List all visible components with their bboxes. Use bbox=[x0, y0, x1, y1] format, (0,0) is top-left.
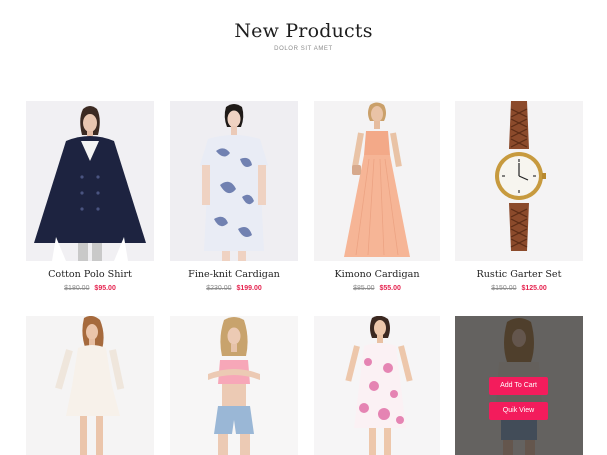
product-name[interactable]: Rustic Garter Set bbox=[455, 269, 583, 280]
product-image[interactable] bbox=[314, 316, 440, 455]
old-price: $85.00 bbox=[353, 285, 375, 292]
old-price: $230.00 bbox=[206, 285, 232, 292]
product-card[interactable]: Rustic Garter Set $150.00 $125.00 bbox=[455, 101, 583, 301]
product-price: $230.00 $199.00 bbox=[170, 285, 298, 292]
product-card[interactable] bbox=[170, 316, 298, 455]
sale-price: $125.00 bbox=[521, 285, 547, 292]
product-image[interactable] bbox=[455, 101, 583, 261]
product-name[interactable]: Kimono Cardigan bbox=[314, 269, 440, 280]
product-image[interactable] bbox=[26, 101, 154, 261]
product-image[interactable] bbox=[26, 316, 154, 455]
product-card[interactable]: Fine-knit Cardigan $230.00 $199.00 bbox=[170, 101, 298, 301]
product-name[interactable]: Cotton Polo Shirt bbox=[26, 269, 154, 280]
product-image[interactable] bbox=[170, 101, 298, 261]
sale-price: $95.00 bbox=[94, 285, 116, 292]
product-price: $85.00 $55.00 bbox=[314, 285, 440, 292]
product-card-hovered[interactable]: Add To Cart Quik View bbox=[455, 316, 583, 455]
product-price: $180.00 $95.00 bbox=[26, 285, 154, 292]
product-card[interactable] bbox=[314, 316, 440, 455]
section-subtitle: DOLOR SIT AMET bbox=[274, 46, 333, 52]
product-price: $150.00 $125.00 bbox=[455, 285, 583, 292]
sale-price: $199.00 bbox=[236, 285, 262, 292]
product-image[interactable] bbox=[314, 101, 440, 261]
product-image[interactable] bbox=[170, 316, 298, 455]
old-price: $150.00 bbox=[491, 285, 517, 292]
add-to-cart-button[interactable]: Add To Cart bbox=[489, 377, 548, 395]
product-name[interactable]: Fine-knit Cardigan bbox=[170, 269, 298, 280]
section-title: New Products bbox=[234, 20, 373, 42]
sale-price: $55.00 bbox=[379, 285, 401, 292]
product-card[interactable]: Kimono Cardigan $85.00 $55.00 bbox=[314, 101, 440, 301]
product-card[interactable]: Cotton Polo Shirt $180.00 $95.00 bbox=[26, 101, 154, 301]
quick-view-button[interactable]: Quik View bbox=[489, 402, 548, 420]
old-price: $180.00 bbox=[64, 285, 90, 292]
product-card[interactable] bbox=[26, 316, 154, 455]
